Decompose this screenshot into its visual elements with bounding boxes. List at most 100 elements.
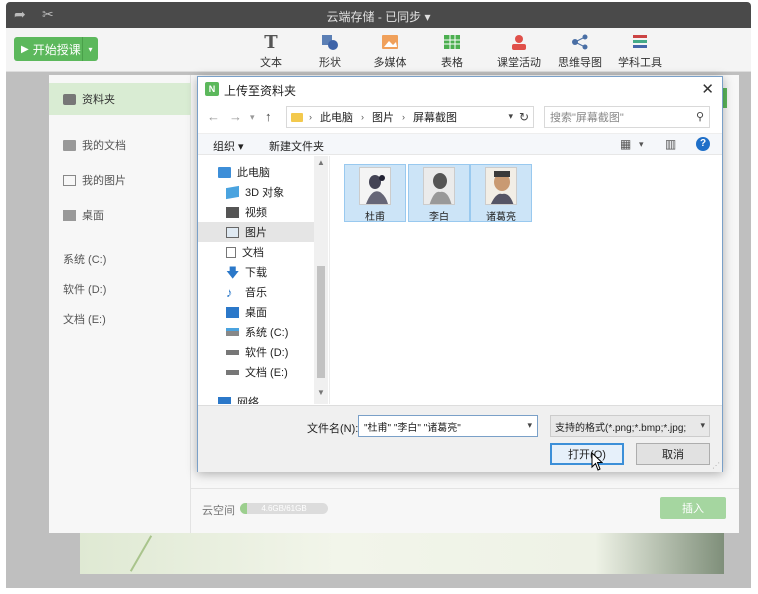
help-icon[interactable]: ?	[696, 137, 710, 151]
tool-text[interactable]: T 文本	[241, 32, 301, 70]
refresh-icon[interactable]: ↻	[519, 110, 529, 124]
tool-multimedia-label: 多媒体	[373, 57, 407, 69]
tree-item-label: 3D 对象	[245, 187, 285, 199]
address-row: ← → ▾ ↑ › 此电脑 › 图片 › 屏幕截图 ▾ ↻ 搜索"屏幕截图" ⚲	[198, 103, 722, 131]
file-type-select[interactable]: 支持的格式(*.png;*.bmp;*.jpg; ▾	[550, 415, 710, 437]
tree-item-drive-e[interactable]: 文档 (E:)	[198, 362, 314, 382]
chevron-down-icon[interactable]: ▾	[527, 420, 532, 431]
app-logo-icon: N	[205, 82, 219, 96]
up-arrow-icon[interactable]: ↑	[265, 109, 272, 124]
tree-item-videos[interactable]: 视频	[198, 202, 314, 222]
tree-item-drive-c[interactable]: 系统 (C:)	[198, 322, 314, 342]
scroll-up-icon[interactable]: ▲	[317, 158, 325, 167]
start-teaching-button[interactable]: ▶ 开始授课 ▾	[14, 37, 98, 61]
cloud-sidebar-item-folder[interactable]: 资料夹	[49, 83, 191, 115]
cloud-sidebar-label: 资料夹	[82, 94, 115, 106]
mindmap-icon	[550, 32, 610, 52]
file-list: 杜甫 李白 诸葛亮	[329, 156, 722, 404]
upload-dialog: N 上传至资料夹 ✕ ← → ▾ ↑ › 此电脑 › 图片 › 屏幕截图 ▾ ↻…	[197, 76, 723, 472]
tool-table-label: 表格	[441, 57, 463, 69]
back-arrow-icon[interactable]: ←	[207, 109, 220, 124]
search-input[interactable]: 搜索"屏幕截图" ⚲	[544, 106, 710, 128]
cloud-sidebar-item-drive-e[interactable]: 文档 (E:)	[49, 303, 191, 335]
filename-label: 文件名(N):	[307, 423, 359, 435]
folder-icon	[63, 139, 76, 151]
tool-table[interactable]: 表格	[422, 32, 482, 70]
breadcrumb-screenshots[interactable]: 屏幕截图	[413, 109, 457, 125]
insert-button[interactable]: 插入	[660, 497, 726, 519]
tree-item-music[interactable]: ♪ 音乐	[198, 282, 314, 302]
resize-grip-icon[interactable]: ⋰	[712, 461, 720, 470]
tree-item-label: 网络	[237, 397, 259, 404]
chevron-down-icon[interactable]: ▾	[700, 420, 705, 431]
chevron-right-icon[interactable]: ›	[361, 112, 364, 122]
command-bar: 组织 ▾ 新建文件夹 ▦ ▾ ▥ ?	[198, 133, 722, 155]
forward-arrow-icon[interactable]: →	[229, 109, 242, 124]
cloud-sidebar-item-desktop[interactable]: 桌面	[49, 199, 191, 231]
tool-shape[interactable]: 形状	[300, 32, 360, 70]
close-icon[interactable]: ✕	[701, 80, 714, 98]
tree-item-3d-objects[interactable]: 3D 对象	[198, 182, 314, 202]
tree-item-pictures[interactable]: 图片	[198, 222, 314, 242]
3d-objects-icon	[226, 185, 239, 199]
breadcrumb-pictures[interactable]: 图片	[372, 109, 394, 125]
new-folder-button[interactable]: 新建文件夹	[269, 138, 324, 154]
tree-item-documents[interactable]: 文档	[198, 242, 314, 262]
tree-scrollbar[interactable]: ▲ ▼	[314, 156, 328, 404]
file-item[interactable]: 杜甫	[344, 164, 406, 223]
text-icon: T	[264, 31, 278, 53]
scroll-thumb[interactable]	[317, 266, 325, 378]
pictures-icon	[226, 226, 239, 238]
navigation-tree: 此电脑 3D 对象 视频 图片 文档 🡇 下载 ♪ 音乐 桌面 系统 (C:) …	[198, 156, 328, 404]
tree-item-label: 图片	[245, 227, 267, 239]
scroll-down-icon[interactable]: ▼	[317, 388, 325, 397]
video-icon	[226, 206, 239, 218]
preview-pane-icon[interactable]: ▥	[665, 137, 676, 151]
desktop-icon	[226, 306, 239, 318]
filename-input[interactable]: "杜甫" "李白" "诸葛亮" ▾	[358, 415, 538, 437]
file-thumbnail	[485, 167, 517, 205]
window-title[interactable]: 云端存储 - 已同步 ▾	[6, 8, 751, 25]
tool-mindmap[interactable]: 思维导图	[550, 32, 610, 70]
tree-item-label: 下载	[245, 267, 267, 279]
dropdown-arrow-icon[interactable]: ▾	[82, 37, 98, 61]
search-icon[interactable]: ⚲	[696, 110, 704, 123]
tool-shape-label: 形状	[319, 57, 341, 69]
open-button[interactable]: 打开(O)	[550, 443, 624, 465]
cloud-sidebar-item-documents[interactable]: 我的文档	[49, 129, 191, 161]
chevron-right-icon[interactable]: ›	[402, 112, 405, 122]
drive-c-icon	[226, 328, 239, 336]
cloud-sidebar-item-pictures[interactable]: 我的图片	[49, 164, 191, 196]
dialog-title-bar: N 上传至资料夹 ✕	[198, 77, 722, 101]
cloud-sidebar-item-drive-c[interactable]: 系统 (C:)	[49, 243, 191, 275]
chevron-right-icon[interactable]: ›	[309, 112, 312, 122]
chevron-down-icon[interactable]: ▾	[639, 139, 644, 150]
file-item[interactable]: 诸葛亮	[470, 164, 532, 223]
cloud-sidebar-label: 软件 (D:)	[63, 284, 107, 296]
organize-button[interactable]: 组织 ▾	[213, 138, 244, 154]
drive-icon	[226, 369, 239, 375]
chevron-down-icon[interactable]: ▾	[508, 111, 513, 122]
recent-dropdown-icon[interactable]: ▾	[250, 112, 255, 123]
tree-item-label: 桌面	[245, 307, 267, 319]
cloud-sidebar-item-drive-d[interactable]: 软件 (D:)	[49, 273, 191, 305]
tree-item-downloads[interactable]: 🡇 下载	[198, 262, 314, 282]
dialog-title: 上传至资料夹	[224, 84, 297, 98]
cloud-sidebar-label: 桌面	[82, 210, 104, 222]
breadcrumb-this-pc[interactable]: 此电脑	[320, 109, 353, 125]
image-icon	[63, 174, 76, 186]
tree-item-drive-d[interactable]: 软件 (D:)	[198, 342, 314, 362]
storage-text: 4.6GB/61GB	[261, 504, 307, 513]
tool-subject[interactable]: 学科工具	[610, 32, 670, 70]
cancel-button[interactable]: 取消	[636, 443, 710, 465]
tool-class-activity[interactable]: 课堂活动	[489, 32, 549, 70]
tool-multimedia[interactable]: 多媒体	[360, 32, 420, 70]
file-name: 杜甫	[365, 212, 385, 223]
tree-item-desktop[interactable]: 桌面	[198, 302, 314, 322]
address-bar[interactable]: › 此电脑 › 图片 › 屏幕截图 ▾ ↻	[286, 106, 534, 128]
tree-item-this-pc[interactable]: 此电脑	[198, 162, 314, 182]
file-item[interactable]: 李白	[408, 164, 470, 223]
tree-item-label: 音乐	[245, 287, 267, 299]
tree-item-network[interactable]: 网络	[198, 392, 314, 404]
view-options-icon[interactable]: ▦	[620, 137, 631, 151]
